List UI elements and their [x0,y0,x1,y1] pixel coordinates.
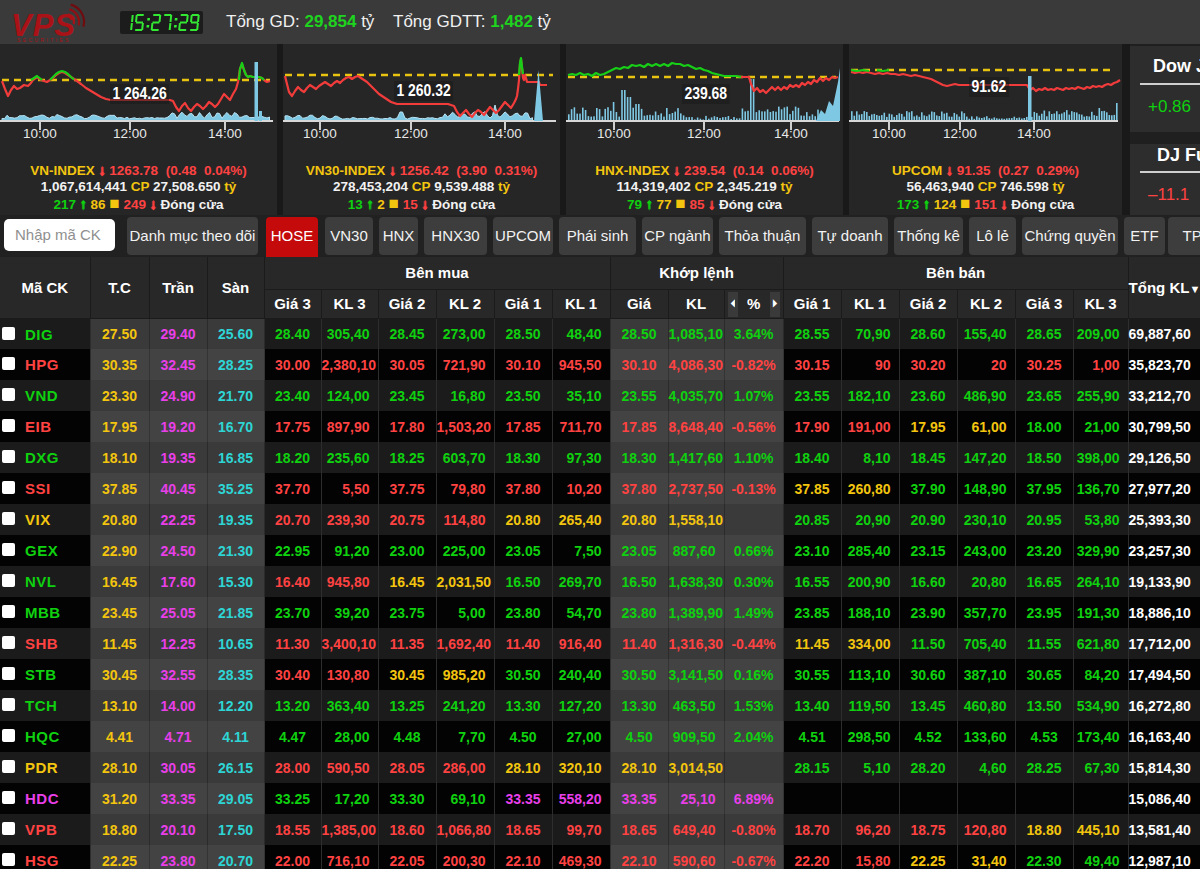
svg-text:SECURITIES: SECURITIES [17,37,71,43]
